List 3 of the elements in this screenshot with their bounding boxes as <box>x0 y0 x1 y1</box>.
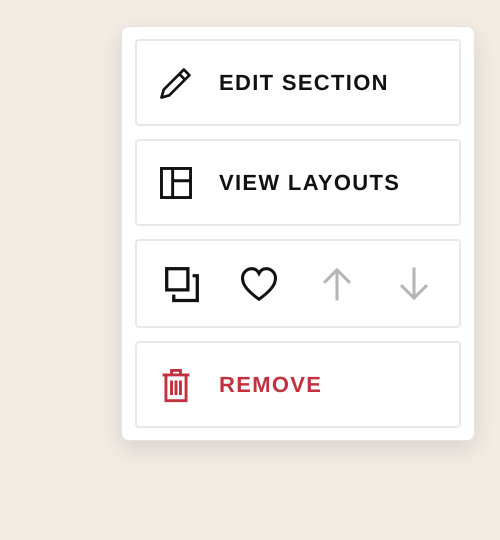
view-layouts-button[interactable]: VIEW LAYOUTS <box>135 139 461 226</box>
edit-section-button[interactable]: EDIT SECTION <box>135 39 461 126</box>
remove-button[interactable]: REMOVE <box>135 341 461 428</box>
